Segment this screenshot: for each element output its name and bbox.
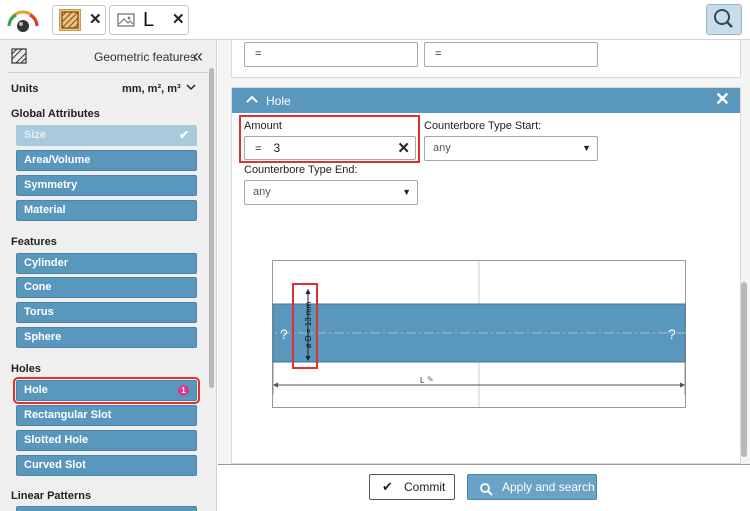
section-linear-patterns: Linear Patterns <box>11 490 92 502</box>
hole-panel-header[interactable]: Hole ✕ <box>232 88 740 113</box>
l-symbol: L <box>143 9 155 31</box>
sidebar-scrollbar[interactable] <box>209 68 214 388</box>
cb-end-select[interactable]: any ▼ <box>244 180 418 205</box>
sidebar-item-label: Area/Volume <box>24 154 91 166</box>
edit-icon[interactable]: ✎ <box>427 375 434 384</box>
collapse-sidebar-icon[interactable]: « <box>193 46 203 67</box>
sidebar-title: Geometric features <box>94 50 197 64</box>
amount-operator: = <box>255 143 262 155</box>
chip-close-icon[interactable]: ✕ <box>89 12 102 28</box>
operator: = <box>435 48 442 60</box>
sidebar-item-slotted-hole[interactable]: Slotted Hole <box>16 430 197 451</box>
image-filter-chip[interactable]: L ✕ <box>109 5 189 35</box>
diameter-highlight <box>292 283 318 369</box>
chevron-up-icon[interactable] <box>246 93 258 107</box>
check-icon: ✔ <box>178 128 189 142</box>
cb-start-label: Counterbore Type Start: <box>424 120 542 132</box>
sidebar-item-label: Slotted Hole <box>24 434 89 446</box>
previous-panel: = = <box>231 40 741 78</box>
count-badge: 1 <box>178 385 189 396</box>
sidebar-item-cylinder[interactable]: Cylinder <box>16 253 197 274</box>
units-label: Units <box>11 83 39 95</box>
sidebar-item-material[interactable]: Material <box>16 200 197 221</box>
cb-start-value: any <box>433 142 451 154</box>
sidebar-item-hole[interactable]: Hole 1 <box>13 377 200 404</box>
check-icon: ✔ <box>382 479 393 494</box>
sidebar-item-area-volume[interactable]: Area/Volume <box>16 150 197 171</box>
hole-diagram: ? ? ø D = 13 mm L ✎ <box>262 260 697 409</box>
sidebar-item-torus[interactable]: Torus <box>16 302 197 323</box>
chip-close-icon[interactable]: ✕ <box>172 12 185 28</box>
sidebar-item-partial[interactable] <box>16 506 197 511</box>
footer-bar: ✔ Commit Apply and search <box>218 464 750 511</box>
unknown-left: ? <box>280 326 288 342</box>
amount-label: Amount <box>244 120 282 132</box>
main-scrollbar[interactable] <box>741 282 747 457</box>
section-global-attributes: Global Attributes <box>11 108 100 120</box>
cb-end-value: any <box>253 186 271 198</box>
commit-label: Commit <box>404 480 446 494</box>
sidebar-item-label: Material <box>24 204 66 216</box>
cb-end-label: Counterbore Type End: <box>244 164 358 176</box>
hole-panel: Hole ✕ Amount = 3 ✕ Counterbore Type Sta… <box>231 87 741 464</box>
sidebar-item-label: Symmetry <box>24 179 78 191</box>
caret-down-icon: ▼ <box>582 143 591 153</box>
sidebar-item-cone[interactable]: Cone <box>16 277 197 298</box>
section-features: Features <box>11 236 57 248</box>
top-toolbar: ✕ L ✕ <box>0 0 750 40</box>
caret-down-icon: ▼ <box>402 187 411 197</box>
value-field[interactable]: = <box>244 42 418 67</box>
geometric-features-icon <box>11 48 27 67</box>
sidebar-item-label: Size <box>24 129 47 141</box>
image-icon <box>115 9 137 31</box>
sidebar-item-label: Torus <box>24 306 54 318</box>
clear-icon[interactable]: ✕ <box>397 137 410 160</box>
sidebar-item-sphere[interactable]: Sphere <box>16 327 197 348</box>
hole-panel-title: Hole <box>266 94 291 108</box>
sidebar-item-symmetry[interactable]: Symmetry <box>16 175 197 196</box>
dial-logo-icon[interactable] <box>4 6 42 34</box>
cb-start-select[interactable]: any ▼ <box>424 136 598 161</box>
section-holes: Holes <box>11 363 41 375</box>
geometric-features-icon <box>59 9 81 31</box>
sidebar-item-label: Sphere <box>24 331 62 343</box>
geometric-features-chip[interactable]: ✕ <box>52 5 106 35</box>
sidebar-item-label: Cylinder <box>24 257 69 269</box>
hole-diagram-svg <box>262 260 697 408</box>
amount-value: 3 <box>273 141 281 155</box>
chevron-down-icon[interactable] <box>186 81 196 95</box>
sidebar-item-size[interactable]: Size ✔ <box>16 125 197 146</box>
apply-and-search-button[interactable]: Apply and search <box>467 474 597 500</box>
sidebar-item-label: Hole <box>24 384 48 396</box>
units-value[interactable]: mm, m², m³ <box>122 83 181 95</box>
sidebar-item-curved-slot[interactable]: Curved Slot <box>16 455 197 476</box>
main-content: = = Hole ✕ Amount = 3 ✕ Counterbore Type… <box>218 40 750 464</box>
apply-label: Apply and search <box>502 480 595 494</box>
commit-button[interactable]: ✔ Commit <box>369 474 455 500</box>
sidebar-item-label: Rectangular Slot <box>24 409 112 421</box>
search-button[interactable] <box>706 4 742 35</box>
divider <box>8 72 208 73</box>
search-icon <box>479 480 493 504</box>
sidebar-header: Geometric features « <box>0 40 216 74</box>
amount-input[interactable]: = 3 ✕ <box>244 136 416 160</box>
close-icon[interactable]: ✕ <box>715 89 730 110</box>
operator: = <box>255 48 262 60</box>
search-icon <box>714 9 733 28</box>
sidebar-item-rectangular-slot[interactable]: Rectangular Slot <box>16 405 197 426</box>
value-field[interactable]: = <box>424 42 598 67</box>
sidebar-item-label: Curved Slot <box>24 459 86 471</box>
sidebar-item-label: Cone <box>24 281 52 293</box>
length-label: L <box>420 376 425 385</box>
sidebar: Geometric features « Units mm, m², m³ Gl… <box>0 40 217 511</box>
unknown-right: ? <box>668 326 676 342</box>
